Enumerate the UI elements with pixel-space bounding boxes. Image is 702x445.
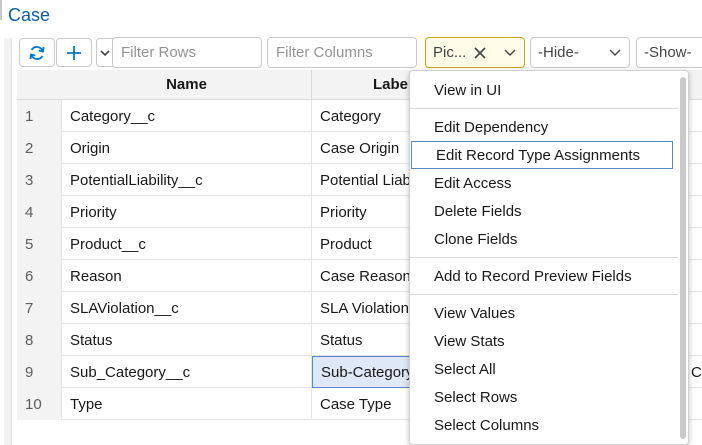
hide-select-value: -Hide- — [538, 44, 579, 61]
picklist-select[interactable]: Pic... — [425, 37, 525, 68]
field-name-cell[interactable]: SLAViolation__c — [62, 292, 312, 324]
field-name-cell[interactable]: Product__c — [62, 228, 312, 260]
row-number: 4 — [17, 196, 62, 228]
field-name-cell[interactable]: Reason — [62, 260, 312, 292]
menu-item-view-stats[interactable]: View Stats — [410, 327, 678, 355]
hide-select[interactable]: -Hide- — [530, 37, 630, 68]
menu-item-delete-fields[interactable]: Delete Fields — [410, 197, 678, 225]
menu-item-edit-access[interactable]: Edit Access — [410, 169, 678, 197]
refresh-button[interactable] — [19, 38, 55, 67]
left-frame — [4, 38, 12, 445]
row-number: 10 — [17, 388, 62, 420]
filter-rows-input[interactable]: Filter Rows — [112, 37, 262, 68]
menu-item-edit-dependency[interactable]: Edit Dependency — [410, 113, 678, 141]
plus-icon — [67, 45, 81, 60]
clear-icon[interactable] — [474, 47, 486, 59]
menu-item-select-all[interactable]: Select All — [410, 355, 678, 383]
filter-columns-input[interactable]: Filter Columns — [267, 37, 417, 68]
row-number: 5 — [17, 228, 62, 260]
field-name-cell[interactable]: Type — [62, 388, 312, 420]
context-menu: View in UI Edit Dependency Edit Record T… — [409, 70, 689, 445]
row-number-header — [17, 70, 62, 100]
row-number: 1 — [17, 100, 62, 132]
row-number: 2 — [17, 132, 62, 164]
name-column-header[interactable]: Name — [62, 70, 312, 100]
field-name-cell[interactable]: Origin — [62, 132, 312, 164]
show-select[interactable]: -Show- — [636, 37, 702, 68]
row-number: 6 — [17, 260, 62, 292]
menu-divider — [410, 108, 678, 109]
field-name-cell[interactable]: Category__c — [62, 100, 312, 132]
menu-scrollbar[interactable] — [680, 77, 686, 439]
refresh-icon — [29, 45, 45, 60]
trailing-cell[interactable]: C — [691, 356, 702, 388]
add-button[interactable] — [56, 38, 92, 67]
row-number: 9 — [17, 356, 62, 388]
menu-divider — [410, 294, 678, 295]
menu-item-select-rows[interactable]: Select Rows — [410, 383, 678, 411]
chevron-down-icon — [100, 49, 110, 56]
row-number: 7 — [17, 292, 62, 324]
row-number: 8 — [17, 324, 62, 356]
field-name-cell[interactable]: Status — [62, 324, 312, 356]
menu-item-edit-record-type-assignments[interactable]: Edit Record Type Assignments — [411, 141, 673, 169]
row-number: 3 — [17, 164, 62, 196]
show-select-value: -Show- — [644, 44, 692, 61]
field-name-cell[interactable]: Sub_Category__c — [62, 356, 312, 388]
menu-item-clone-fields[interactable]: Clone Fields — [410, 225, 678, 253]
field-name-cell[interactable]: PotentialLiability__c — [62, 164, 312, 196]
chevron-down-icon — [609, 49, 621, 56]
window-edge — [0, 0, 2, 20]
menu-item-add-to-record-preview-fields[interactable]: Add to Record Preview Fields — [410, 262, 678, 290]
field-name-cell[interactable]: Priority — [62, 196, 312, 228]
menu-item-select-columns[interactable]: Select Columns — [410, 411, 678, 439]
menu-item-view-values[interactable]: View Values — [410, 299, 678, 327]
page-title: Case — [8, 5, 51, 25]
picklist-select-value: Pic... — [433, 44, 467, 61]
chevron-down-icon — [504, 49, 516, 56]
menu-item-view-in-ui[interactable]: View in UI — [410, 76, 678, 104]
menu-divider — [410, 257, 678, 258]
